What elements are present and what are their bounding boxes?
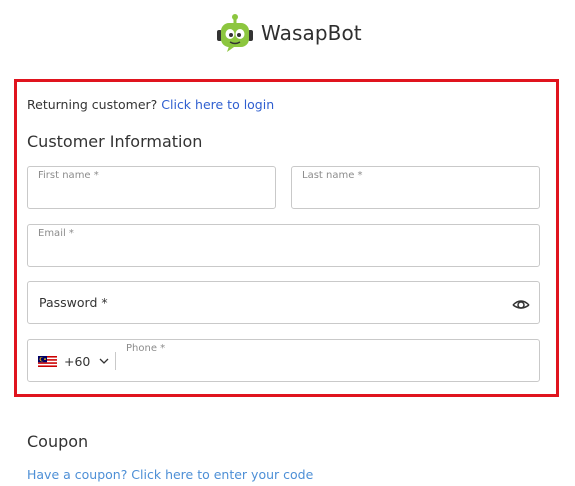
- password-placeholder: Password *: [39, 295, 108, 310]
- brand-name: WasapBot: [261, 21, 362, 45]
- coupon-link[interactable]: Have a coupon? Click here to enter your …: [27, 467, 313, 482]
- email-field[interactable]: Email *: [27, 224, 540, 267]
- email-label: Email *: [38, 228, 74, 239]
- brand-logo[interactable]: WasapBot: [215, 12, 362, 54]
- country-dial-code: +60: [64, 353, 91, 369]
- returning-customer-text: Returning customer?: [27, 97, 158, 112]
- phone-divider: [115, 352, 116, 370]
- robot-logo-icon: [215, 13, 255, 53]
- malaysia-flag-icon: [38, 355, 57, 367]
- eye-icon[interactable]: [512, 296, 530, 315]
- first-name-field[interactable]: First name *: [27, 166, 276, 209]
- phone-field[interactable]: +60 Phone *: [27, 339, 540, 382]
- returning-customer-prompt: Returning customer? Click here to login: [27, 97, 274, 112]
- chevron-down-icon: [90, 358, 109, 364]
- last-name-label: Last name *: [302, 170, 363, 181]
- coupon-title: Coupon: [27, 432, 89, 451]
- phone-label: Phone *: [126, 343, 166, 354]
- country-code-select[interactable]: +60: [38, 350, 109, 372]
- password-field[interactable]: Password *: [27, 281, 540, 324]
- login-link[interactable]: Click here to login: [161, 97, 274, 112]
- customer-info-title: Customer Information: [27, 132, 203, 151]
- first-name-label: First name *: [38, 170, 99, 181]
- last-name-field[interactable]: Last name *: [291, 166, 540, 209]
